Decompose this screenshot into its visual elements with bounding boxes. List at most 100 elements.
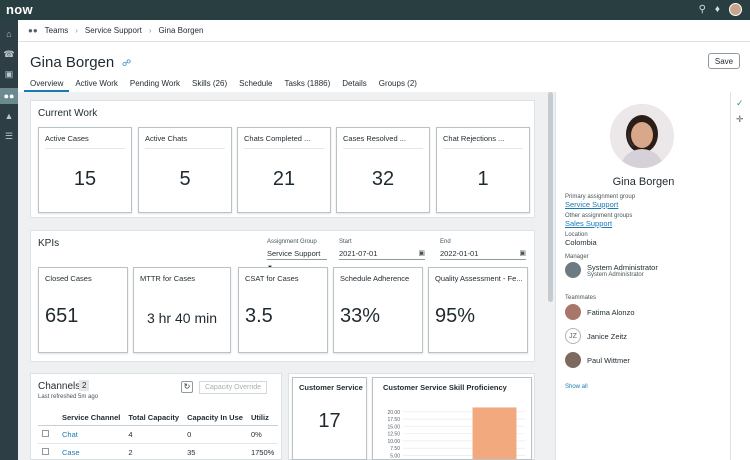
kpi-label: Quality Assessment - Fe... <box>435 274 523 283</box>
capacity-in-use-cell: 0 <box>183 425 247 444</box>
assignment-group-select[interactable]: Service Support ▼ <box>267 247 327 271</box>
teammate-avatar <box>565 352 581 368</box>
utilization-cell: 1750% <box>246 443 279 459</box>
skill-proficiency-chart-card[interactable]: Customer Service Skill Proficiency 20.00… <box>372 377 532 460</box>
chart-bar[interactable] <box>472 407 517 460</box>
calendar-icon[interactable]: ▣ <box>0 66 18 82</box>
teammate-item[interactable]: JZ Janice Zeitz <box>565 328 627 344</box>
teams-icon[interactable]: ●● <box>0 88 18 104</box>
kpi-closed-cases[interactable]: Closed Cases 651 <box>38 267 128 353</box>
kpi-csat[interactable]: CSAT for Cases 3.5 <box>238 267 328 353</box>
show-all-link[interactable]: Show all <box>565 384 588 390</box>
calendar-icon[interactable]: ▣ <box>519 247 526 260</box>
chevron-right-icon: › <box>75 26 78 35</box>
graduation-icon[interactable]: ▲ <box>0 108 18 124</box>
manager-entry[interactable]: System Administrator System Administrato… <box>565 262 658 278</box>
user-avatar[interactable] <box>729 3 742 16</box>
row-checkbox[interactable] <box>42 430 49 437</box>
teammate-avatar: JZ <box>565 328 581 344</box>
kpi-value: 95% <box>435 305 476 327</box>
assignment-group-value: Service Support <box>267 249 321 258</box>
kpi-mttr[interactable]: MTTR for Cases 3 hr 40 min <box>133 267 231 353</box>
kpi-quality-assessment[interactable]: Quality Assessment - Fe... 95% <box>428 267 528 353</box>
col-capacity-in-use[interactable]: Capacity In Use <box>183 410 247 426</box>
skill-proficiency-chart: 20.0017.5015.0012.5010.007.505.002.50 <box>387 407 525 460</box>
y-tick-label: 17.50 <box>387 417 400 423</box>
list-icon[interactable]: ☰ <box>0 128 18 144</box>
end-date-value: 2022-01-01 <box>440 249 479 258</box>
teammate-item[interactable]: Fatima Alonzo <box>565 304 635 320</box>
select-all-header <box>38 410 58 426</box>
last-refreshed: Last refreshed 5m ago <box>38 394 99 400</box>
headset-icon[interactable]: ☎ <box>0 46 18 62</box>
manager-label: Manager <box>565 254 589 260</box>
metric-value: 32 <box>371 168 395 190</box>
col-service-channel[interactable]: Service Channel <box>58 410 125 426</box>
start-date-field[interactable]: 2021-07-01 ▣ <box>339 247 425 260</box>
search-icon[interactable]: ⚲ <box>699 3 706 16</box>
end-date-field[interactable]: 2022-01-01 ▣ <box>440 247 526 260</box>
col-total-capacity[interactable]: Total Capacity <box>124 410 184 426</box>
kpi-label: MTTR for Cases <box>140 274 196 283</box>
y-tick-label: 5.00 <box>390 453 400 459</box>
metric-label: Chat Rejections ... <box>443 134 505 143</box>
customer-service-metric[interactable]: Customer Service 17 <box>292 377 367 460</box>
kpi-label: CSAT for Cases <box>245 274 299 283</box>
metric-active-chats[interactable]: Active Chats 5 <box>138 127 232 213</box>
kpi-value: 33% <box>340 305 381 327</box>
channels-table: Service Channel Total Capacity Capacity … <box>38 410 279 459</box>
link-icon[interactable]: ☍ <box>122 58 131 69</box>
y-tick-label: 15.00 <box>387 424 400 430</box>
breadcrumb-member: Gina Borgen <box>158 26 204 35</box>
main-scrollbar[interactable] <box>548 92 553 302</box>
check-circle-icon[interactable]: ✓ <box>736 98 744 109</box>
tab-groups[interactable]: Groups (2) <box>373 76 423 92</box>
tab-overview[interactable]: Overview <box>24 76 70 92</box>
y-tick-label: 10.00 <box>387 439 400 445</box>
profile-photo <box>610 104 674 168</box>
metric-chat-rejections[interactable]: Chat Rejections ... 1 <box>436 127 530 213</box>
save-button[interactable]: Save <box>708 53 740 69</box>
tab-pending-work[interactable]: Pending Work <box>124 76 186 92</box>
other-groups-link[interactable]: Sales Support <box>565 219 612 228</box>
metric-chats-completed[interactable]: Chats Completed ... 21 <box>237 127 331 213</box>
tab-schedule[interactable]: Schedule <box>233 76 278 92</box>
profile-name: Gina Borgen <box>612 176 675 188</box>
metric-value: 5 <box>179 168 191 190</box>
capacity-override-button[interactable]: Capacity Override <box>199 381 267 394</box>
manager-name: System Administrator <box>587 262 658 272</box>
kpi-schedule-adherence[interactable]: Schedule Adherence 33% <box>333 267 423 353</box>
metric-cases-resolved[interactable]: Cases Resolved ... 32 <box>336 127 430 213</box>
primary-group-link[interactable]: Service Support <box>565 200 618 209</box>
channel-link[interactable]: Chat <box>62 430 78 439</box>
col-utilization[interactable]: Utiliz <box>246 410 279 426</box>
metric-active-cases[interactable]: Active Cases 15 <box>38 127 132 213</box>
teammate-avatar <box>565 304 581 320</box>
teammate-name: Paul Wittmer <box>587 355 630 365</box>
tab-details[interactable]: Details <box>336 76 372 92</box>
top-bar: now ⚲ ♦ <box>0 0 750 20</box>
tab-tasks[interactable]: Tasks (1886) <box>278 76 336 92</box>
breadcrumb-team[interactable]: Service Support <box>85 26 142 35</box>
customer-service-value: 17 <box>318 410 341 432</box>
calendar-icon[interactable]: ▣ <box>418 247 425 260</box>
move-icon[interactable]: ✛ <box>736 114 744 125</box>
assignment-group-label: Assignment Group <box>267 239 317 245</box>
breadcrumb-teams[interactable]: Teams <box>45 26 69 35</box>
tab-active-work[interactable]: Active Work <box>69 76 124 92</box>
tab-skills[interactable]: Skills (26) <box>186 76 233 92</box>
table-row: Chat 4 0 0% <box>38 425 279 444</box>
bell-icon[interactable]: ♦ <box>715 3 720 16</box>
manager-avatar <box>565 262 581 278</box>
capacity-in-use-cell: 35 <box>183 443 247 459</box>
kpi-value: 3 hr 40 min <box>146 310 218 326</box>
row-checkbox[interactable] <box>42 448 49 455</box>
utility-rail: ✓ ✛ <box>730 92 750 460</box>
channel-link[interactable]: Case <box>62 448 80 457</box>
metric-label: Cases Resolved ... <box>343 134 406 143</box>
refresh-icon[interactable]: ↻ <box>181 381 193 393</box>
teammate-item[interactable]: Paul Wittmer <box>565 352 630 368</box>
home-icon[interactable]: ⌂ <box>0 26 18 42</box>
kpi-label: Schedule Adherence <box>340 274 410 283</box>
now-logo[interactable]: now <box>6 2 33 17</box>
